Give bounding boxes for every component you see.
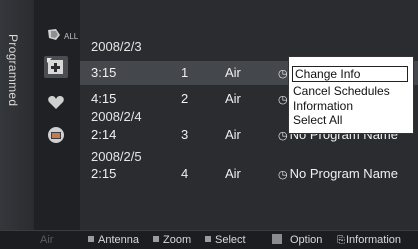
menu-item-cancel-schedules[interactable]: Cancel Schedules <box>293 84 390 98</box>
zoom-label: Zoom <box>163 234 192 246</box>
clock-icon: ◷ <box>278 169 288 181</box>
bottom-help-bar: Air Antenna Zoom Select Option ⎘Informat… <box>0 230 418 249</box>
menu-item-select-all[interactable]: Select All <box>293 113 342 127</box>
antenna-label: Antenna <box>98 234 139 246</box>
context-menu: Change Info Cancel Schedules Information… <box>288 56 414 134</box>
information-label: Information <box>346 234 402 246</box>
channel-tv-icon[interactable] <box>44 124 68 146</box>
square-icon <box>205 236 211 242</box>
sidebar: Programmed <box>0 0 34 230</box>
clock-icon: ◷ <box>278 68 288 80</box>
row-source: Air <box>225 166 241 181</box>
all-label: ALL <box>64 32 79 41</box>
clock-icon: ◷ <box>278 94 288 106</box>
menu-item-change-info[interactable]: Change Info <box>292 66 408 82</box>
row-channel: 3 <box>181 127 189 142</box>
row-program: ◷ No Program Name <box>278 166 398 181</box>
date-header: 2008/2/3 <box>91 39 142 54</box>
square-icon <box>88 236 94 242</box>
favorites-heart-icon[interactable] <box>44 92 68 114</box>
menu-item-information[interactable]: Information <box>293 99 353 113</box>
option-label: Option <box>290 234 323 246</box>
antenna-button[interactable]: Antenna <box>88 234 139 246</box>
row-source: Air <box>225 91 241 106</box>
option-button[interactable]: Option <box>272 234 322 246</box>
schedule-row[interactable]: 2:15 4 Air ◷ No Program Name <box>80 162 418 186</box>
row-channel: 2 <box>181 91 189 106</box>
programmed-screen: Programmed ALL 2008/2/3 3:15 1 Air ◷ 4:1… <box>0 0 418 249</box>
row-channel: 1 <box>181 65 189 80</box>
sidebar-title: Programmed <box>6 34 20 107</box>
programmed-add-icon[interactable] <box>44 56 68 78</box>
select-label: Select <box>215 234 246 246</box>
row-time: 3:15 <box>91 65 117 80</box>
row-source: Air <box>225 65 241 80</box>
select-button[interactable]: Select <box>205 234 246 246</box>
all-programs-icon[interactable]: ALL <box>44 24 78 46</box>
row-time: 2:14 <box>91 127 117 142</box>
row-source: Air <box>225 127 241 142</box>
date-header: 2008/2/4 <box>91 109 142 124</box>
category-icon-column: ALL <box>34 0 80 230</box>
row-time: 2:15 <box>91 166 117 181</box>
air-label: Air <box>40 234 54 246</box>
clock-icon: ◷ <box>278 130 288 142</box>
tools-icon <box>272 234 282 244</box>
row-channel: 4 <box>181 166 189 181</box>
row-program-name: No Program Name <box>289 166 398 181</box>
row-time: 4:15 <box>91 91 117 106</box>
information-button[interactable]: ⎘Information <box>337 234 401 246</box>
square-icon <box>153 236 159 242</box>
zoom-button[interactable]: Zoom <box>153 234 191 246</box>
info-icon: ⎘ <box>337 235 345 246</box>
